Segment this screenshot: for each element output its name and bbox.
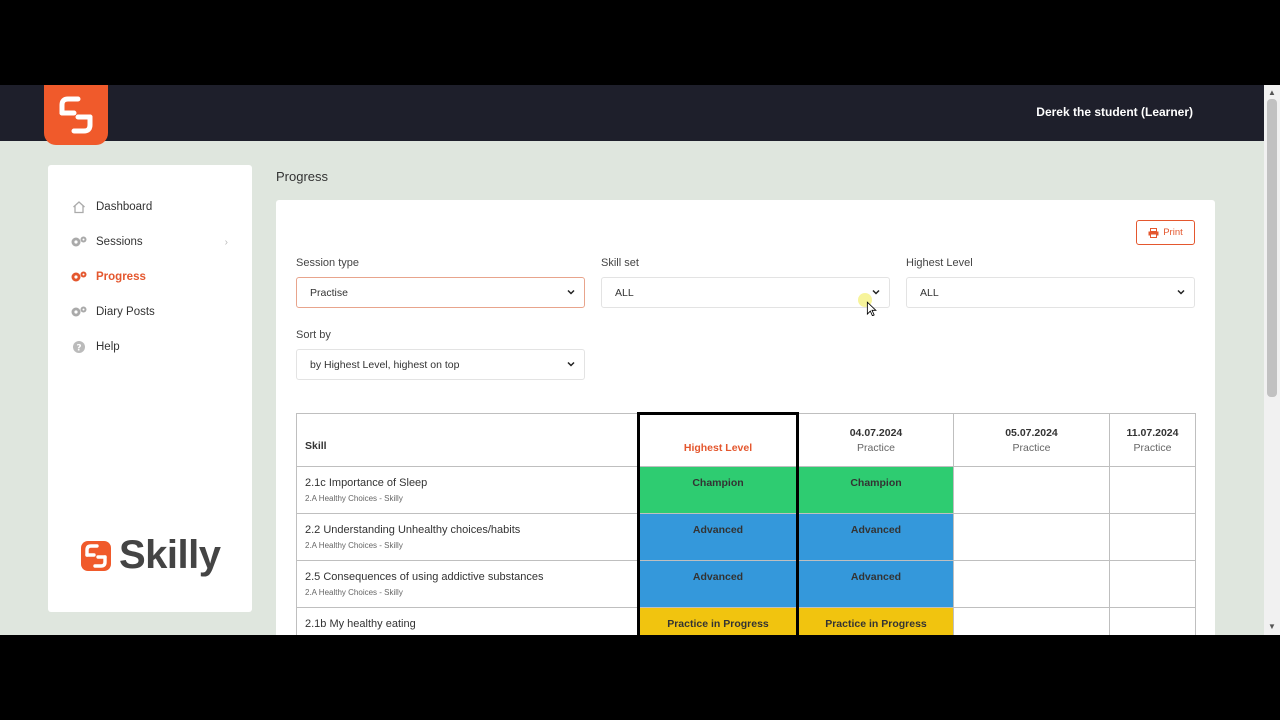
- sidebar-item-progress[interactable]: Progress: [70, 267, 230, 287]
- svg-text:?: ?: [76, 344, 81, 354]
- skill-set-name: 2.A Healthy Choices - Skilly: [305, 541, 403, 550]
- skill-set-select[interactable]: ALL: [601, 277, 890, 308]
- print-button[interactable]: Print: [1136, 220, 1195, 245]
- level-cell: [953, 513, 1110, 561]
- table-row: 2.1c Importance of Sleep 2.A Healthy Choi…: [296, 466, 1196, 514]
- highest-level-cell: Advanced: [637, 513, 799, 561]
- skill-name: 2.5 Consequences of using addictive subs…: [305, 571, 544, 583]
- brand-wordmark: Skilly: [119, 533, 221, 577]
- table-row: 2.2 Understanding Unhealthy choices/habi…: [296, 513, 1196, 561]
- highest-level-cell: Champion: [637, 466, 799, 514]
- skilly-logo-icon: [81, 540, 111, 571]
- level-cell: [1109, 466, 1196, 514]
- top-bar: Derek the student (Learner): [0, 85, 1264, 145]
- sort-by-label: Sort by: [296, 329, 331, 341]
- level-cell: Champion: [797, 466, 954, 514]
- chevron-down-icon: [1177, 289, 1185, 295]
- session-type-value: Practise: [310, 286, 348, 299]
- skill-set-name: 2.A Healthy Choices - Skilly: [305, 588, 403, 597]
- sort-by-value: by Highest Level, highest on top: [310, 358, 460, 371]
- user-name[interactable]: Derek the student (Learner): [1036, 105, 1193, 119]
- session-type: Practice: [857, 441, 895, 454]
- session-date: 05.07.2024: [1005, 426, 1058, 439]
- sidebar-item-label: Dashboard: [96, 201, 153, 213]
- scroll-up-icon[interactable]: ▲: [1268, 89, 1276, 97]
- sidebar-item-label: Sessions: [96, 236, 143, 248]
- highest-level-select[interactable]: ALL: [906, 277, 1195, 308]
- logo[interactable]: [44, 85, 108, 145]
- skill-column-header: Skill: [296, 413, 639, 467]
- highest-level-cell: Advanced: [637, 560, 799, 608]
- highest-level-label: Highest Level: [906, 257, 973, 269]
- scroll-down-icon[interactable]: ▼: [1268, 623, 1276, 631]
- sidebar-item-label: Help: [96, 341, 120, 353]
- progress-table: Skill Highest Level 04.07.2024 Practice 0…: [296, 412, 1196, 635]
- chevron-right-icon: ›: [224, 236, 228, 248]
- skill-cell: 2.2 Understanding Unhealthy choices/habi…: [296, 513, 639, 561]
- skill-name: 2.1b My healthy eating: [305, 618, 416, 630]
- highest-level-column-header: Highest Level: [637, 412, 799, 467]
- gears-icon: [70, 268, 88, 286]
- skill-set-label: Skill set: [601, 257, 639, 269]
- printer-icon: [1148, 227, 1159, 238]
- skill-name: 2.1c Importance of Sleep: [305, 477, 428, 489]
- skill-cell: 2.1b My healthy eating: [296, 607, 639, 635]
- gears-icon: [70, 233, 88, 251]
- level-cell: [953, 466, 1110, 514]
- chevron-down-icon: [567, 289, 575, 295]
- date-column-header: 11.07.2024 Practice: [1109, 413, 1196, 467]
- session-date: 04.07.2024: [849, 426, 903, 439]
- level-cell: Advanced: [797, 513, 954, 561]
- table-row: 2.1b My healthy eating Practice in Progr…: [296, 607, 1196, 635]
- brand-logo: Skilly: [81, 533, 221, 578]
- date-column-header: 04.07.2024 Practice: [797, 413, 954, 467]
- mouse-cursor-icon: [858, 293, 877, 316]
- sidebar-item-label: Diary Posts: [96, 306, 155, 318]
- help-icon: ?: [70, 338, 88, 356]
- skill-set-name: 2.A Healthy Choices - Skilly: [305, 494, 403, 503]
- skill-cell: 2.1c Importance of Sleep 2.A Healthy Choi…: [296, 466, 639, 514]
- level-cell: [1109, 560, 1196, 608]
- app-viewport: Derek the student (Learner) ▲ ▼ Dashboar…: [0, 85, 1280, 635]
- page-scrollbar[interactable]: ▲ ▼: [1264, 85, 1280, 635]
- sidebar: Dashboard Sessions › Progress Diary Post…: [48, 165, 252, 612]
- skill-name: 2.2 Understanding Unhealthy choices/habi…: [305, 524, 521, 536]
- level-cell: Practice in Progress: [797, 607, 954, 635]
- skill-cell: 2.5 Consequences of using addictive subs…: [296, 560, 639, 608]
- level-cell: [953, 607, 1110, 635]
- session-type: Practice: [1012, 441, 1051, 454]
- sidebar-item-label: Progress: [96, 271, 146, 283]
- sidebar-item-help[interactable]: ? Help: [70, 337, 230, 357]
- table-row: 2.5 Consequences of using addictive subs…: [296, 560, 1196, 608]
- session-date: 11.07.2024: [1126, 426, 1179, 439]
- sidebar-item-sessions[interactable]: Sessions ›: [70, 232, 230, 252]
- level-cell: Advanced: [797, 560, 954, 608]
- highest-level-value: ALL: [920, 286, 939, 299]
- page-title: Progress: [276, 169, 329, 184]
- print-label: Print: [1163, 227, 1183, 238]
- home-icon: [70, 198, 88, 216]
- session-type: Practice: [1133, 441, 1172, 454]
- sort-by-select[interactable]: by Highest Level, highest on top: [296, 349, 585, 380]
- skill-set-value: ALL: [615, 286, 634, 299]
- scroll-thumb[interactable]: [1267, 99, 1277, 397]
- progress-panel: Print Session type Practise Skill set AL…: [276, 200, 1215, 635]
- table-header-row: Skill Highest Level 04.07.2024 Practice 0…: [296, 412, 1196, 467]
- session-type-select[interactable]: Practise: [296, 277, 585, 308]
- level-cell: [1109, 607, 1196, 635]
- chevron-down-icon: [567, 361, 575, 367]
- level-cell: [953, 560, 1110, 608]
- gears-icon: [70, 303, 88, 321]
- skilly-logo-icon: [59, 96, 93, 134]
- highest-level-cell: Practice in Progress: [637, 607, 799, 635]
- level-cell: [1109, 513, 1196, 561]
- date-column-header: 05.07.2024 Practice: [953, 413, 1110, 467]
- sidebar-item-diary-posts[interactable]: Diary Posts: [70, 302, 230, 322]
- session-type-label: Session type: [296, 257, 359, 269]
- sidebar-item-dashboard[interactable]: Dashboard: [70, 197, 230, 217]
